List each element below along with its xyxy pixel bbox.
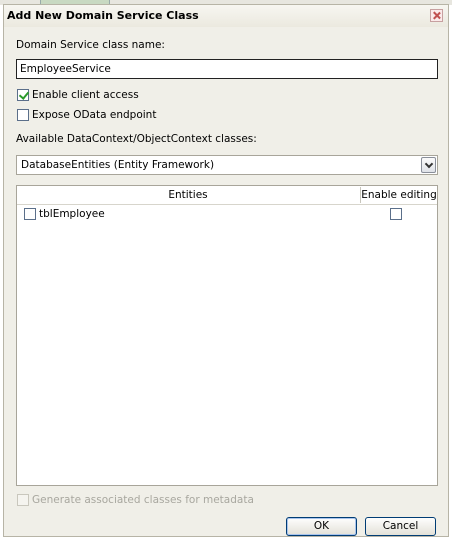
- title-bar: Add New Domain Service Class: [4, 5, 448, 27]
- ok-button[interactable]: OK: [286, 517, 357, 536]
- column-header-entities[interactable]: Entities: [17, 186, 359, 204]
- context-classes-label: Available DataContext/ObjectContext clas…: [16, 133, 257, 145]
- class-name-input[interactable]: [16, 59, 438, 79]
- class-name-label: Domain Service class name:: [16, 39, 165, 51]
- context-classes-dropdown[interactable]: DatabaseEntities (Entity Framework): [16, 155, 438, 175]
- generate-metadata-checkbox[interactable]: [17, 494, 29, 506]
- table-row: tblEmployee: [17, 206, 437, 224]
- dialog-window: Add New Domain Service Class Domain Serv…: [3, 4, 449, 537]
- entity-select-checkbox[interactable]: [24, 208, 36, 220]
- dialog-title: Add New Domain Service Class: [7, 9, 199, 22]
- enable-client-access-label[interactable]: Enable client access: [32, 89, 139, 101]
- generate-metadata-label: Generate associated classes for metadata: [32, 494, 254, 506]
- enable-client-access-checkbox[interactable]: [17, 89, 29, 101]
- expose-odata-checkbox[interactable]: [17, 109, 29, 121]
- grid-header: Entities Enable editing: [17, 186, 437, 205]
- cancel-button[interactable]: Cancel: [365, 517, 436, 536]
- entity-name: tblEmployee: [39, 208, 105, 220]
- close-icon[interactable]: [430, 9, 443, 22]
- context-selected-value: DatabaseEntities (Entity Framework): [21, 159, 215, 171]
- enable-editing-checkbox[interactable]: [390, 208, 402, 220]
- chevron-down-icon[interactable]: [421, 157, 436, 173]
- column-header-enable-editing[interactable]: Enable editing: [361, 186, 437, 204]
- expose-odata-label[interactable]: Expose OData endpoint: [32, 109, 156, 121]
- entities-grid: Entities Enable editing tblEmployee: [16, 185, 438, 486]
